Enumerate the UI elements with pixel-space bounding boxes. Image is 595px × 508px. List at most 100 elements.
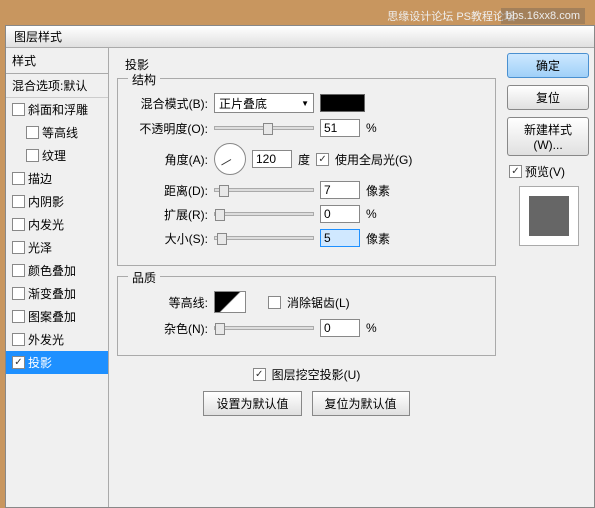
contour-label: 等高线: [128, 294, 208, 311]
distance-label: 距离(D): [128, 182, 208, 199]
make-default-button[interactable]: 设置为默认值 [203, 391, 301, 416]
size-unit: 像素 [366, 230, 390, 247]
style-label: 外发光 [28, 331, 64, 348]
style-item[interactable]: 纹理 [6, 144, 108, 167]
slider-thumb[interactable] [215, 323, 225, 335]
distance-input[interactable] [320, 181, 360, 199]
style-checkbox[interactable] [26, 126, 39, 139]
style-label: 渐变叠加 [28, 285, 76, 302]
dropdown-arrow-icon: ▼ [301, 99, 309, 108]
reset-default-button[interactable]: 复位为默认值 [312, 391, 410, 416]
style-item[interactable]: 外发光 [6, 328, 108, 351]
style-item[interactable]: 内发光 [6, 213, 108, 236]
panel-title: 投影 [117, 56, 496, 73]
style-checkbox[interactable] [12, 287, 25, 300]
ok-button[interactable]: 确定 [507, 53, 589, 78]
blendmode-label: 混合模式(B): [128, 95, 208, 112]
styles-panel: 样式 混合选项:默认 斜面和浮雕等高线纹理描边内阴影内发光光泽颜色叠加渐变叠加图… [6, 48, 109, 507]
style-checkbox[interactable] [12, 103, 25, 116]
contour-picker[interactable] [214, 291, 246, 313]
style-checkbox[interactable] [12, 195, 25, 208]
slider-thumb[interactable] [215, 209, 225, 221]
knockout-checkbox[interactable] [253, 368, 266, 381]
style-checkbox[interactable] [12, 218, 25, 231]
style-checkbox[interactable] [12, 310, 25, 323]
spread-slider[interactable] [214, 212, 314, 216]
size-slider[interactable] [214, 236, 314, 240]
style-label: 内阴影 [28, 193, 64, 210]
style-checkbox[interactable] [12, 333, 25, 346]
structure-fieldset: 结构 混合模式(B): 正片叠底 ▼ 不透明度(O): % 角度(A): [117, 78, 496, 266]
opacity-unit: % [366, 121, 377, 135]
opacity-slider[interactable] [214, 126, 314, 130]
style-item[interactable]: 斜面和浮雕 [6, 98, 108, 121]
preview-label: 预览(V) [525, 163, 565, 180]
right-panel: 确定 复位 新建样式(W)... 预览(V) [504, 48, 594, 507]
blendmode-select[interactable]: 正片叠底 ▼ [214, 93, 314, 113]
titlebar-text: 图层样式 [14, 28, 62, 45]
opacity-input[interactable] [320, 119, 360, 137]
style-item[interactable]: 等高线 [6, 121, 108, 144]
spread-label: 扩展(R): [128, 206, 208, 223]
distance-unit: 像素 [366, 182, 390, 199]
antialias-checkbox[interactable] [268, 296, 281, 309]
global-light-checkbox[interactable] [316, 153, 329, 166]
slider-thumb[interactable] [263, 123, 273, 135]
structure-legend: 结构 [128, 71, 160, 88]
style-label: 纹理 [42, 147, 66, 164]
titlebar[interactable]: 图层样式 [6, 26, 594, 48]
noise-input[interactable] [320, 319, 360, 337]
blending-options-label: 混合选项:默认 [12, 77, 87, 94]
angle-unit: 度 [298, 151, 310, 168]
style-label: 内发光 [28, 216, 64, 233]
style-checkbox[interactable] [26, 149, 39, 162]
blending-options-row[interactable]: 混合选项:默认 [6, 74, 108, 98]
style-item[interactable]: 内阴影 [6, 190, 108, 213]
style-label: 图案叠加 [28, 308, 76, 325]
antialias-label: 消除锯齿(L) [287, 294, 350, 311]
new-style-button[interactable]: 新建样式(W)... [507, 117, 589, 156]
angle-dial[interactable] [214, 143, 246, 175]
styles-header: 样式 [6, 48, 108, 74]
preview-box [519, 186, 579, 246]
dialog-content: 样式 混合选项:默认 斜面和浮雕等高线纹理描边内阴影内发光光泽颜色叠加渐变叠加图… [6, 48, 594, 507]
style-label: 颜色叠加 [28, 262, 76, 279]
style-item[interactable]: 光泽 [6, 236, 108, 259]
style-item[interactable]: 颜色叠加 [6, 259, 108, 282]
style-item[interactable]: 投影 [6, 351, 108, 374]
watermark-text: 思缘设计论坛 PS教程论坛 [387, 8, 515, 24]
style-item[interactable]: 描边 [6, 167, 108, 190]
size-input[interactable] [320, 229, 360, 247]
opacity-label: 不透明度(O): [128, 120, 208, 137]
style-label: 光泽 [28, 239, 52, 256]
cancel-button[interactable]: 复位 [507, 85, 589, 110]
style-list: 混合选项:默认 斜面和浮雕等高线纹理描边内阴影内发光光泽颜色叠加渐变叠加图案叠加… [6, 74, 108, 374]
style-checkbox[interactable] [12, 264, 25, 277]
noise-slider[interactable] [214, 326, 314, 330]
angle-input[interactable] [252, 150, 292, 168]
preview-row: 预览(V) [509, 163, 589, 180]
global-light-label: 使用全局光(G) [335, 151, 412, 168]
shadow-color-swatch[interactable] [320, 94, 365, 112]
blendmode-value: 正片叠底 [219, 95, 267, 112]
slider-thumb[interactable] [219, 185, 229, 197]
slider-thumb[interactable] [217, 233, 227, 245]
quality-fieldset: 品质 等高线: 消除锯齿(L) 杂色(N): % [117, 276, 496, 356]
layer-style-dialog: 图层样式 样式 混合选项:默认 斜面和浮雕等高线纹理描边内阴影内发光光泽颜色叠加… [5, 25, 595, 508]
style-label: 描边 [28, 170, 52, 187]
watermark-url: bbs.16xx8.com [501, 8, 585, 24]
spread-input[interactable] [320, 205, 360, 223]
noise-unit: % [366, 321, 377, 335]
size-label: 大小(S): [128, 230, 208, 247]
style-checkbox[interactable] [12, 241, 25, 254]
preview-checkbox[interactable] [509, 165, 522, 178]
style-checkbox[interactable] [12, 172, 25, 185]
settings-panel: 投影 结构 混合模式(B): 正片叠底 ▼ 不透明度(O): % [109, 48, 504, 507]
spread-unit: % [366, 207, 377, 221]
style-item[interactable]: 渐变叠加 [6, 282, 108, 305]
style-checkbox[interactable] [12, 356, 25, 369]
style-label: 斜面和浮雕 [28, 101, 88, 118]
quality-legend: 品质 [128, 269, 160, 286]
style-item[interactable]: 图案叠加 [6, 305, 108, 328]
distance-slider[interactable] [214, 188, 314, 192]
